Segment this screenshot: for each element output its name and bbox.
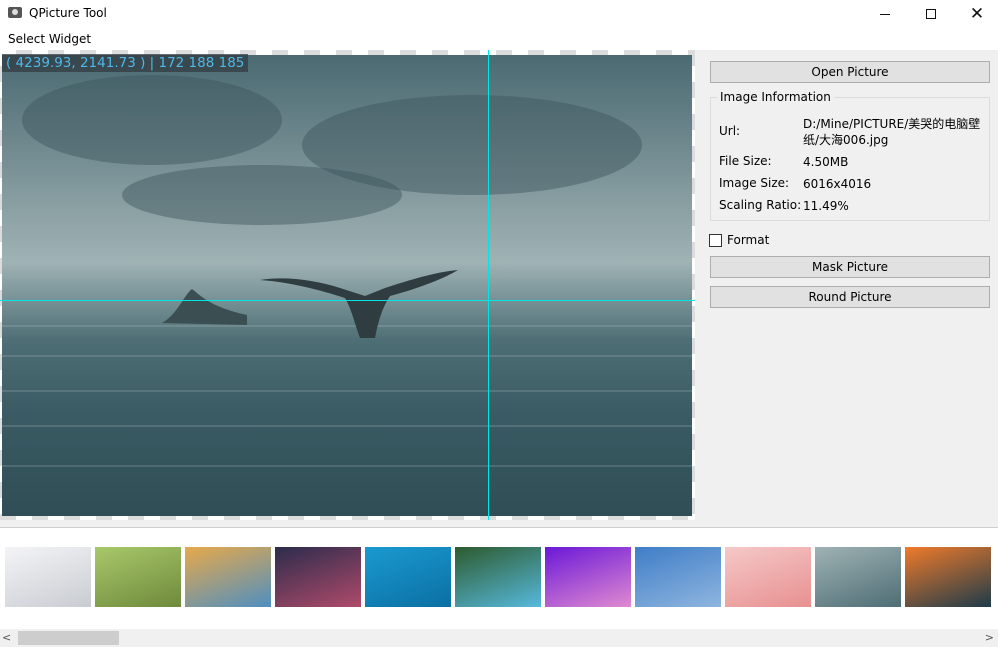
thumbnail-sunset[interactable] bbox=[905, 547, 991, 607]
menu-select-widget[interactable]: Select Widget bbox=[8, 32, 91, 46]
menu-bar: Select Widget bbox=[0, 28, 998, 50]
scaling-ratio-value: 11.49% bbox=[803, 199, 849, 213]
group-title: Image Information bbox=[717, 90, 834, 104]
thumbnail-coastline[interactable] bbox=[455, 547, 541, 607]
image-size-value: 6016x4016 bbox=[803, 177, 872, 191]
thumbnail-whale-tail[interactable] bbox=[815, 547, 901, 607]
thumbnail-boat-ocean[interactable] bbox=[365, 547, 451, 607]
horizontal-scrollbar[interactable]: < > bbox=[0, 629, 998, 647]
coordinate-readout: ( 4239.93, 2141.73 ) | 172 188 185 bbox=[2, 54, 249, 72]
window-title: QPicture Tool bbox=[29, 6, 107, 20]
scrollbar-thumb[interactable] bbox=[18, 631, 119, 645]
url-label: Url: bbox=[719, 124, 741, 138]
image-size-label: Image Size: bbox=[719, 176, 790, 190]
scroll-left-icon[interactable]: < bbox=[2, 631, 11, 644]
whale-tail-icon bbox=[260, 270, 458, 338]
maximize-icon bbox=[926, 9, 936, 19]
mask-picture-button[interactable]: Mask Picture bbox=[710, 256, 990, 278]
minimize-icon bbox=[880, 13, 890, 15]
crosshair-horizontal bbox=[0, 300, 695, 301]
crosshair-vertical bbox=[488, 50, 489, 520]
thumbnail-pink-chair[interactable] bbox=[725, 547, 811, 607]
file-size-label: File Size: bbox=[719, 154, 772, 168]
file-size-value: 4.50MB bbox=[803, 155, 849, 169]
scaling-ratio-label: Scaling Ratio: bbox=[719, 198, 802, 212]
minimize-button[interactable] bbox=[862, 0, 908, 28]
thumbnail-jellyfish[interactable] bbox=[545, 547, 631, 607]
title-bar: QPicture Tool ✕ bbox=[0, 0, 998, 28]
open-picture-button[interactable]: Open Picture bbox=[710, 61, 990, 83]
close-button[interactable]: ✕ bbox=[954, 0, 998, 28]
thumbnail-avocado[interactable] bbox=[95, 547, 181, 607]
format-label[interactable]: Format bbox=[727, 233, 769, 247]
format-checkbox-row[interactable]: Format bbox=[709, 232, 769, 248]
format-checkbox[interactable] bbox=[709, 233, 722, 247]
scroll-right-icon[interactable]: > bbox=[985, 631, 994, 644]
thumbnail-snow-field[interactable] bbox=[5, 547, 91, 607]
whale-photo[interactable] bbox=[2, 55, 692, 516]
image-viewer[interactable]: ( 4239.93, 2141.73 ) | 172 188 185 bbox=[0, 50, 695, 520]
thumbnail-dusk-silhouette[interactable] bbox=[275, 547, 361, 607]
maximize-button[interactable] bbox=[908, 0, 954, 28]
round-picture-button[interactable]: Round Picture bbox=[710, 286, 990, 308]
whale-back-icon bbox=[162, 289, 247, 325]
thumbnail-strip: < > bbox=[0, 527, 998, 647]
app-icon bbox=[8, 7, 22, 18]
thumbnail-pattern[interactable] bbox=[185, 547, 271, 607]
url-value: D:/Mine/PICTURE/美哭的电脑壁纸/大海006.jpg bbox=[803, 117, 981, 147]
thumbnail-swimmer[interactable] bbox=[635, 547, 721, 607]
image-information-group: Image Information Url: D:/Mine/PICTURE/美… bbox=[710, 90, 990, 221]
